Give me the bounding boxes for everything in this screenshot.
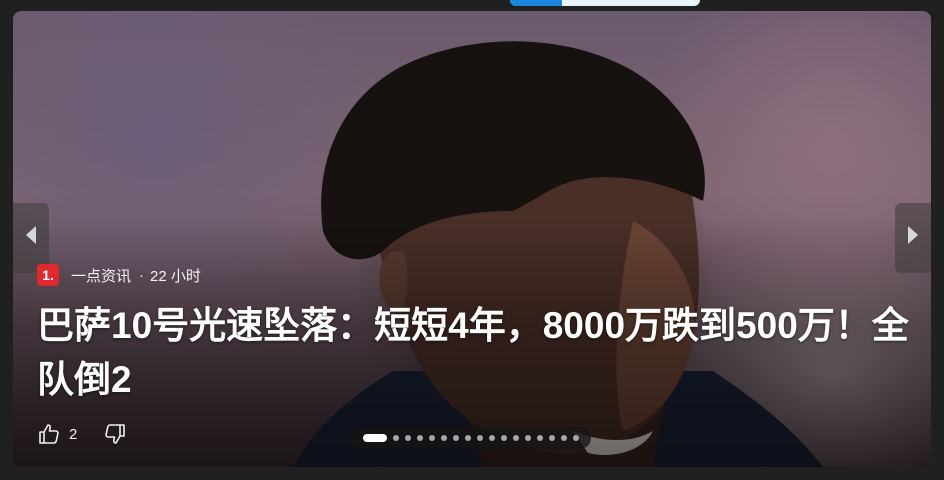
pagination-dot[interactable] — [405, 435, 411, 441]
thumbs-down-icon — [103, 422, 127, 446]
pagination-dot[interactable] — [393, 435, 399, 441]
chevron-left-icon — [24, 224, 38, 252]
pagination-dot[interactable] — [441, 435, 447, 441]
carousel-pagination — [351, 427, 591, 449]
source-name[interactable]: 一点资讯 — [71, 265, 131, 286]
reaction-bar: 2 — [37, 419, 127, 449]
article-source[interactable]: 1. 一点资讯 · 22 小时 — [37, 263, 201, 287]
pagination-dot[interactable] — [525, 435, 531, 441]
pagination-dot[interactable] — [429, 435, 435, 441]
article-headline[interactable]: 巴萨10号光速坠落：短短4年，8000万跌到500万！全队倒2 — [37, 299, 917, 407]
pagination-dot[interactable] — [477, 435, 483, 441]
dislike-button[interactable] — [103, 422, 127, 446]
pagination-dot[interactable] — [537, 435, 543, 441]
like-button[interactable]: 2 — [37, 422, 103, 446]
pagination-dot[interactable] — [501, 435, 507, 441]
chevron-right-icon — [906, 224, 920, 252]
carousel-next-button[interactable] — [895, 203, 931, 273]
pagination-dot[interactable] — [465, 435, 471, 441]
source-logo: 1. — [37, 264, 59, 286]
tab-accent-bar — [510, 0, 562, 6]
pagination-dot[interactable] — [489, 435, 495, 441]
source-separator: · — [139, 266, 145, 284]
thumbs-up-icon — [37, 422, 61, 446]
pagination-dot[interactable] — [573, 435, 579, 441]
news-carousel-card[interactable]: 1. 一点资讯 · 22 小时 巴萨10号光速坠落：短短4年，8000万跌到50… — [13, 11, 931, 467]
pagination-dot[interactable] — [549, 435, 555, 441]
publish-time: 22 小时 — [150, 267, 201, 285]
pagination-dot[interactable] — [417, 435, 423, 441]
pagination-dot-active[interactable] — [363, 434, 387, 442]
pagination-dot[interactable] — [513, 435, 519, 441]
like-count: 2 — [69, 425, 78, 443]
top-tab-indicator — [510, 0, 700, 6]
pagination-dot[interactable] — [453, 435, 459, 441]
pagination-dot[interactable] — [561, 435, 567, 441]
